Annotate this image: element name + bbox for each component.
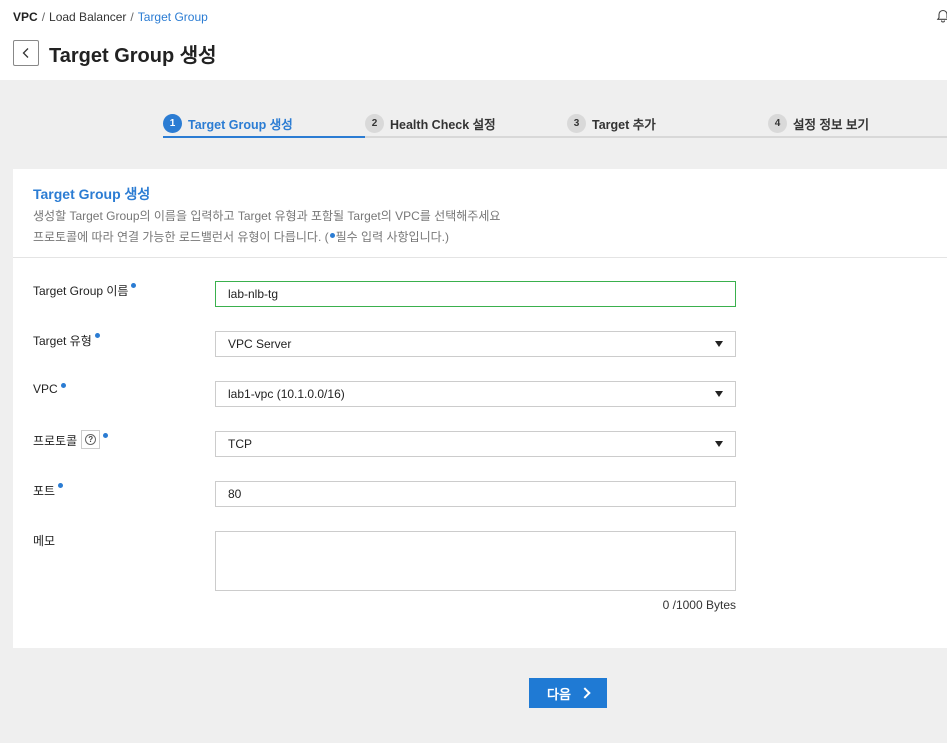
next-button[interactable]: 다음 [529,678,607,708]
help-button[interactable]: ? [81,430,101,449]
step-label: 설정 정보 보기 [793,117,869,132]
select-value: VPC Server [228,337,292,351]
breadcrumb-item-load-balancer[interactable]: Load Balancer [49,10,126,24]
page-title: Target Group 생성 [49,45,217,67]
input-value: lab-nlb-tg [228,287,279,301]
target-type-label: Target 유형 [33,332,100,349]
step-number: 4 [768,113,787,133]
memo-label: 메모 [33,532,55,549]
question-circle-icon: ? [85,434,97,445]
description-text: 프로토콜에 따라 연결 가능한 로드밸런서 유형이 다릅니다. ( [33,230,329,244]
required-dot-icon [94,333,100,338]
step-label: Target Group 생성 [188,117,293,132]
port-label: 포트 [33,482,64,499]
label-text: VPC [33,382,58,396]
top-header: VPC / Load Balancer / Target Group Targe… [0,0,947,80]
breadcrumb-separator: / [130,10,134,24]
breadcrumb-item-target-group[interactable]: Target Group [138,10,208,24]
required-dot-icon [60,383,66,388]
required-dot-icon [329,233,335,238]
step-target-group-create[interactable]: 1 Target Group 생성 [163,108,293,138]
breadcrumb-separator: / [41,10,46,24]
form-card: Target Group 생성 생성할 Target Group의 이름을 입력… [13,169,947,648]
memo-byte-counter: 0 /1000 Bytes [662,598,736,612]
label-text: 프로토콜 [33,434,78,448]
section-description-required: 프로토콜에 따라 연결 가능한 로드밸런서 유형이 다릅니다. ( 필수 입력 사… [33,228,449,245]
caret-down-icon [715,341,723,347]
label-text: 포트 [33,484,56,498]
chevron-right-icon [579,687,591,699]
input-value: 80 [228,487,242,501]
select-value: TCP [228,437,252,451]
wizard-steps: 1 Target Group 생성 2 Health Check 설정 3 Ta… [163,108,947,138]
step-label: Health Check 설정 [390,117,496,132]
caret-down-icon [715,441,723,447]
vpc-label: VPC [33,382,66,396]
caret-down-icon [715,391,723,397]
select-value: lab1-vpc (10.1.0.0/16) [228,387,345,401]
step-number: 1 [163,113,182,133]
breadcrumb-item-vpc[interactable]: VPC [13,10,38,24]
section-description: 생성할 Target Group의 이름을 입력하고 Target 유형과 포함… [33,209,501,223]
label-text: 메모 [33,534,56,548]
next-button-label: 다음 [547,686,571,702]
protocol-select[interactable]: TCP [215,431,736,457]
step-health-check[interactable]: 2 Health Check 설정 [365,108,496,138]
required-dot-icon [103,433,109,438]
target-type-select[interactable]: VPC Server [215,331,736,357]
step-number: 2 [365,113,384,133]
vpc-select[interactable]: lab1-vpc (10.1.0.0/16) [215,381,736,407]
chevron-left-icon [22,48,29,58]
step-label: Target 추가 [592,117,656,132]
protocol-label: 프로토콜 ? [33,430,109,449]
bell-icon[interactable] [936,9,947,23]
memo-textarea[interactable] [215,531,736,591]
active-step-indicator [163,136,365,138]
step-number: 3 [567,113,586,133]
target-group-name-input[interactable]: lab-nlb-tg [215,281,736,307]
section-header: Target Group 생성 생성할 Target Group의 이름을 입력… [13,169,947,258]
step-review[interactable]: 4 설정 정보 보기 [768,108,869,138]
required-dot-icon [131,283,137,288]
port-input[interactable]: 80 [215,481,736,507]
required-dot-icon [58,483,64,488]
description-text: 필수 입력 사항입니다.) [335,230,449,244]
step-add-target[interactable]: 3 Target 추가 [567,108,656,138]
back-button[interactable] [13,40,39,66]
label-text: Target 유형 [33,334,92,348]
target-group-name-label: Target Group 이름 [33,282,137,299]
breadcrumb: VPC / Load Balancer / Target Group [13,10,208,24]
section-title: Target Group 생성 [33,186,151,202]
label-text: Target Group 이름 [33,284,129,298]
